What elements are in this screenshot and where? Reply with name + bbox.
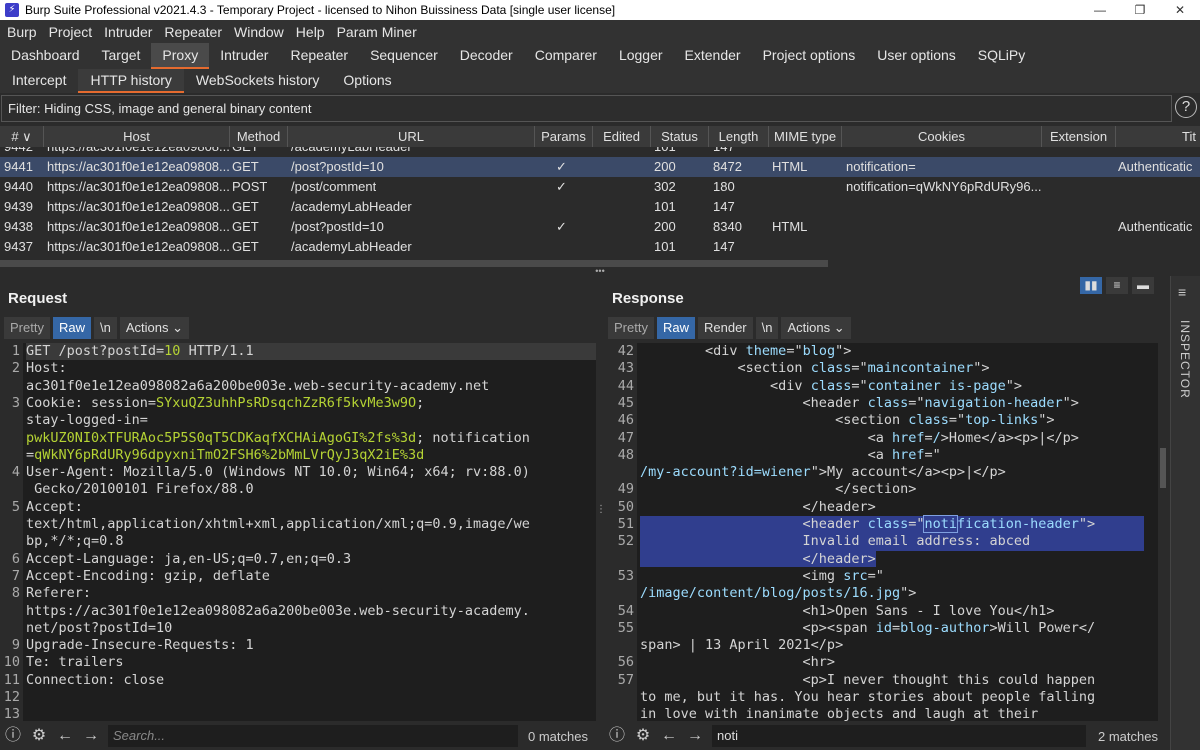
response-title: Response [612,290,684,307]
tab-target[interactable]: Target [91,43,152,69]
table-row[interactable]: 9438 https://ac301f0e1e12ea09808... GET … [0,217,1200,237]
response-raw-button[interactable]: Raw [656,317,695,339]
minimize-icon[interactable]: — [1080,0,1120,20]
tab-extender[interactable]: Extender [674,43,752,69]
request-raw-button[interactable]: Raw [52,317,91,339]
tab-decoder[interactable]: Decoder [449,43,524,69]
arrow-right-icon[interactable]: → [684,725,706,747]
response-editor[interactable]: 42 <div theme="blog"> 43 <section class=… [604,343,1158,721]
request-title: Request [8,290,68,307]
menu-repeater[interactable]: Repeater [158,24,228,40]
menu-help[interactable]: Help [290,24,331,40]
split-horizontal-icon[interactable]: ▮▮ [1080,277,1102,294]
window-controls: — ❐ ✕ [1080,0,1200,20]
menu-icon[interactable]: ≡ [1178,284,1186,300]
response-actions-menu[interactable]: Actions ⌄ [781,317,851,339]
col-params[interactable]: Params [535,126,593,147]
col-url[interactable]: URL [288,126,535,147]
arrow-right-icon[interactable]: → [80,725,102,747]
history-table-header: # ∨ Host Method URL Params Edited Status… [0,126,1200,147]
table-row[interactable]: 9442 https://ac301f0e1e12ea09808... GET … [0,147,1200,157]
gear-icon[interactable]: ⚙ [632,725,654,747]
table-row-selected[interactable]: 9441 https://ac301f0e1e12ea09808... GET … [0,157,1200,177]
response-newline-button[interactable]: \n [755,317,779,339]
tab-sqlipy[interactable]: SQLiPy [967,43,1036,69]
response-footer: ⓘ ⚙ ← → noti 2 matches [604,722,1170,750]
response-toolbar: Pretty Raw Render \n Actions ⌄ [608,317,851,339]
help-icon[interactable]: ⓘ [606,725,628,747]
request-editor[interactable]: 1 GET /post?postId=10 HTTP/1.1 2 Host: ac3… [0,343,596,721]
vertical-splitter[interactable]: ⋮ [596,276,606,722]
single-pane-icon[interactable]: ▬ [1132,277,1154,294]
response-match-count: 2 matches [1098,728,1158,744]
burp-logo-icon: ⚡ [5,3,19,17]
request-match-count: 0 matches [528,728,588,744]
request-newline-button[interactable]: \n [93,317,117,339]
table-row[interactable]: 9439 https://ac301f0e1e12ea09808... GET … [0,197,1200,217]
window-titlebar: ⚡ Burp Suite Professional v2021.4.3 - Te… [0,0,1200,20]
request-actions-menu[interactable]: Actions ⌄ [119,317,189,339]
tab-sequencer[interactable]: Sequencer [359,43,449,69]
filter-bar[interactable]: Filter: Hiding CSS, image and general bi… [1,95,1172,122]
splitter-handle[interactable]: ••• [0,267,1200,276]
request-footer: ⓘ ⚙ ← → Search... 0 matches [0,722,596,750]
table-row[interactable]: 9440 https://ac301f0e1e12ea09808... POST… [0,177,1200,197]
arrow-left-icon[interactable]: ← [54,725,76,747]
col-edited[interactable]: Edited [593,126,651,147]
tab-project-options[interactable]: Project options [752,43,867,69]
proxy-subtabs: Intercept HTTP history WebSockets histor… [0,69,1200,93]
restore-icon[interactable]: ❐ [1120,0,1160,20]
col-length[interactable]: Length [709,126,769,147]
tab-user-options[interactable]: User options [866,43,967,69]
tab-repeater[interactable]: Repeater [279,43,359,69]
menu-param-miner[interactable]: Param Miner [331,24,423,40]
col-method[interactable]: Method [230,126,288,147]
response-pretty-button[interactable]: Pretty [608,317,654,339]
menu-burp[interactable]: Burp [0,24,43,40]
request-toolbar: Pretty Raw \n Actions ⌄ [4,317,189,339]
response-render-button[interactable]: Render [697,317,753,339]
inspector-label: INSPECTOR [1178,320,1192,399]
arrow-left-icon[interactable]: ← [658,725,680,747]
request-search-input[interactable]: Search... [108,725,518,747]
tab-comparer[interactable]: Comparer [524,43,608,69]
col-host[interactable]: Host [44,126,230,147]
col-mime[interactable]: MIME type [769,126,842,147]
tab-logger[interactable]: Logger [608,43,674,69]
help-icon[interactable]: ? [1175,96,1197,118]
menu-bar: Burp Project Intruder Repeater Window He… [0,20,1200,43]
gear-icon[interactable]: ⚙ [28,725,50,747]
col-cookies[interactable]: Cookies [842,126,1042,147]
main-tabs: Dashboard Target Proxy Intruder Repeater… [0,43,1200,69]
response-scrollbar[interactable] [1158,343,1168,721]
help-icon[interactable]: ⓘ [2,725,24,747]
layout-toggle: ▮▮ ≡ ▬ [1080,277,1154,294]
menu-project[interactable]: Project [43,24,99,40]
close-icon[interactable]: ✕ [1160,0,1200,20]
request-pretty-button[interactable]: Pretty [4,317,50,339]
window-title: Burp Suite Professional v2021.4.3 - Temp… [25,3,616,17]
tab-websockets-history[interactable]: WebSockets history [184,69,331,93]
tab-proxy[interactable]: Proxy [151,43,210,69]
tab-dashboard[interactable]: Dashboard [0,43,91,69]
col-title[interactable]: Tit [1116,126,1200,147]
split-vertical-icon[interactable]: ≡ [1106,277,1128,294]
tab-options[interactable]: Options [331,69,403,93]
table-row[interactable]: 9437 https://ac301f0e1e12ea09808... GET … [0,237,1200,257]
tab-intercept[interactable]: Intercept [0,69,78,93]
col-status[interactable]: Status [651,126,709,147]
col-number[interactable]: # ∨ [0,126,44,147]
response-search-input[interactable]: noti [712,725,1086,747]
inspector-sidebar[interactable]: ≡ INSPECTOR [1170,276,1200,750]
menu-intruder[interactable]: Intruder [98,24,158,40]
menu-window[interactable]: Window [228,24,290,40]
tab-http-history[interactable]: HTTP history [78,69,184,93]
history-table: 9442 https://ac301f0e1e12ea09808... GET … [0,147,1200,259]
col-extension[interactable]: Extension [1042,126,1116,147]
tab-intruder[interactable]: Intruder [209,43,279,69]
